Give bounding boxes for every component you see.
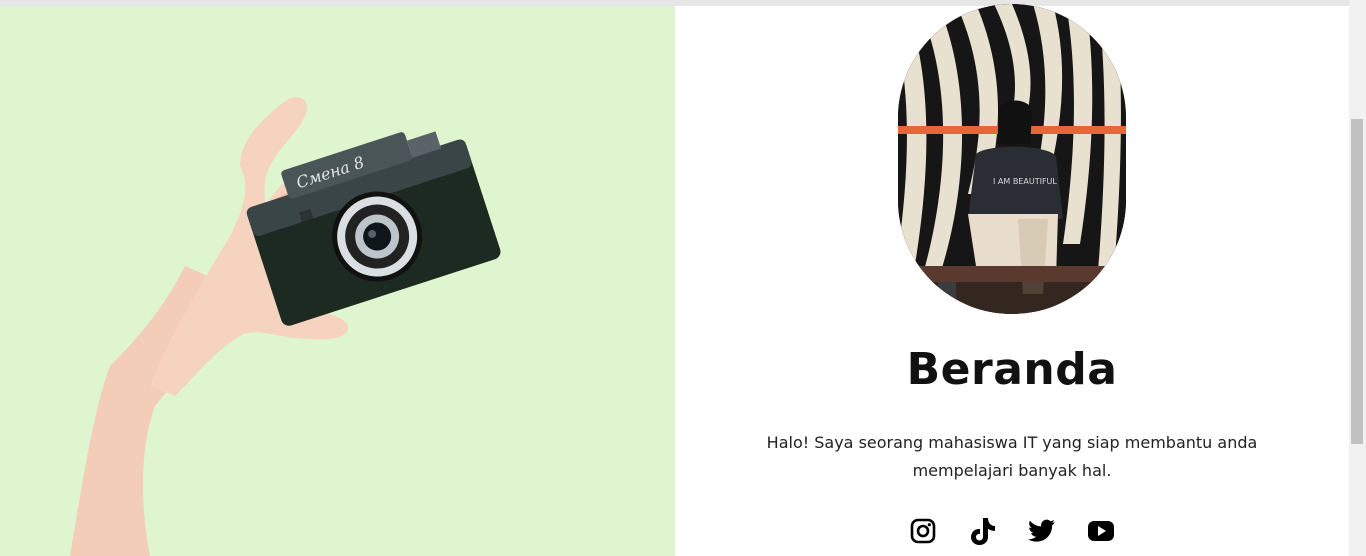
page-title: Beranda [906, 344, 1118, 395]
main-content: I AM BEAUTIFUL Beranda Halo! Saya seoran… [675, 4, 1349, 556]
twitter-icon [1028, 519, 1055, 542]
twitter-link[interactable] [1026, 515, 1058, 547]
tiktok-link[interactable] [966, 515, 998, 547]
social-links [907, 515, 1119, 549]
intro-text: Halo! Saya seorang mahasiswa IT yang sia… [766, 433, 1258, 480]
shirt-text: I AM BEAUTIFUL [993, 177, 1057, 186]
youtube-icon [1088, 521, 1114, 541]
profile-photo: I AM BEAUTIFUL [898, 4, 1126, 314]
tiktok-icon [971, 518, 995, 545]
scrollbar-thumb[interactable] [1351, 119, 1363, 444]
youtube-link[interactable] [1085, 515, 1117, 547]
vertical-scrollbar[interactable] [1349, 0, 1366, 556]
hero-image: Смена 8 [0, 6, 675, 556]
instagram-link[interactable] [907, 515, 939, 547]
instagram-icon [910, 518, 936, 544]
